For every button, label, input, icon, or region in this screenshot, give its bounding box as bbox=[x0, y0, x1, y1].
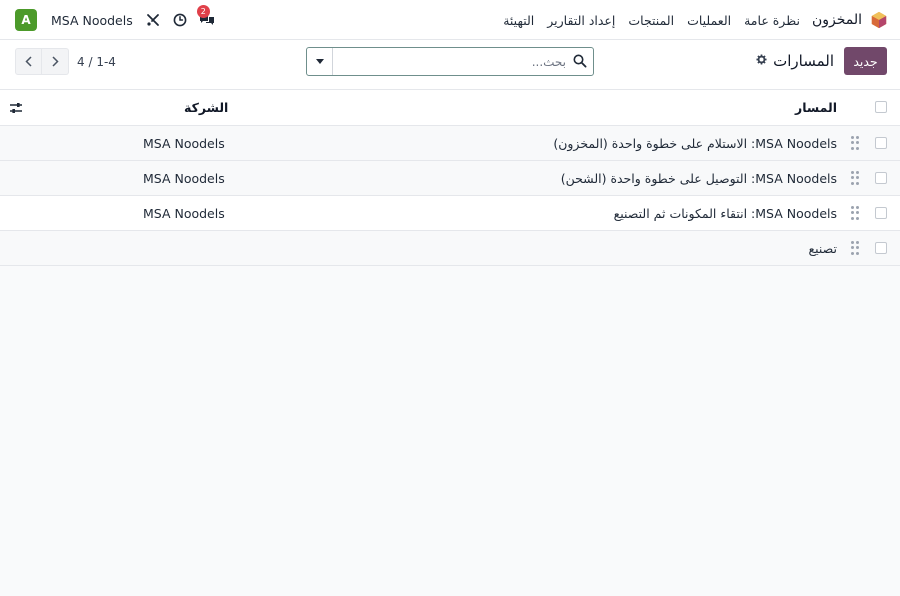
table-row[interactable]: تصنيع bbox=[0, 231, 900, 266]
app-name[interactable]: المخزون bbox=[812, 12, 862, 28]
table-row[interactable]: MSA Noodels: انتقاء المكونات ثم التصنيع … bbox=[0, 196, 900, 231]
chat-badge: 2 bbox=[196, 5, 210, 18]
row-checkbox[interactable] bbox=[875, 172, 887, 184]
activity-clock-icon[interactable] bbox=[172, 12, 188, 28]
pager-next-button[interactable] bbox=[42, 48, 69, 75]
main-menu: المخزون نظرة عامة العمليات المنتجات إعدا… bbox=[490, 0, 888, 40]
user-avatar[interactable]: A bbox=[15, 9, 37, 31]
chat-messages-icon[interactable]: 2 bbox=[196, 5, 215, 28]
menu-item-operations[interactable]: العمليات bbox=[687, 13, 731, 28]
column-header-route[interactable]: المسار bbox=[795, 90, 837, 126]
menu-item-configuration[interactable]: التهيئة bbox=[503, 13, 534, 28]
route-name-cell[interactable]: تصنيع bbox=[808, 231, 837, 266]
list-header: المسار الشركة bbox=[0, 90, 900, 126]
pager-previous-button[interactable] bbox=[15, 48, 42, 75]
search-input[interactable] bbox=[334, 48, 570, 75]
breadcrumb: المسارات bbox=[756, 47, 834, 75]
company-cell: MSA Noodels bbox=[143, 136, 225, 151]
menu-item-products[interactable]: المنتجات bbox=[628, 13, 674, 28]
menu-item-overview[interactable]: نظرة عامة bbox=[744, 13, 800, 28]
row-checkbox[interactable] bbox=[875, 207, 887, 219]
inventory-app-icon[interactable] bbox=[870, 11, 888, 29]
column-header-company[interactable]: الشركة bbox=[184, 90, 228, 126]
chevron-left-icon bbox=[25, 56, 32, 67]
chevron-right-icon bbox=[51, 56, 59, 67]
search-options-toggle[interactable] bbox=[307, 48, 333, 75]
drag-handle-icon[interactable] bbox=[851, 206, 859, 220]
select-all-checkbox[interactable] bbox=[875, 101, 887, 113]
pager: 1-4 / 4 bbox=[15, 48, 116, 75]
drag-handle-icon[interactable] bbox=[851, 136, 859, 150]
row-checkbox[interactable] bbox=[875, 137, 887, 149]
debug-tools-icon[interactable] bbox=[145, 12, 161, 28]
table-row[interactable]: MSA Noodels: الاستلام على خطوة واحدة (ال… bbox=[0, 126, 900, 161]
route-name-cell[interactable]: MSA Noodels: انتقاء المكونات ثم التصنيع bbox=[614, 196, 837, 231]
company-cell: MSA Noodels bbox=[143, 171, 225, 186]
table-row[interactable]: MSA Noodels: التوصيل على خطوة واحدة (الش… bbox=[0, 161, 900, 196]
gear-icon[interactable] bbox=[756, 54, 767, 68]
search-box bbox=[306, 47, 594, 76]
drag-handle-icon[interactable] bbox=[851, 241, 859, 255]
new-button[interactable]: جديد bbox=[844, 47, 887, 75]
route-name-cell[interactable]: MSA Noodels: التوصيل على خطوة واحدة (الش… bbox=[561, 161, 837, 196]
company-cell: MSA Noodels bbox=[143, 206, 225, 221]
company-switcher[interactable]: MSA Noodels bbox=[51, 13, 133, 28]
search-icon[interactable] bbox=[573, 54, 587, 68]
top-navbar: المخزون نظرة عامة العمليات المنتجات إعدا… bbox=[0, 0, 900, 40]
route-name-cell[interactable]: MSA Noodels: الاستلام على خطوة واحدة (ال… bbox=[553, 126, 837, 161]
caret-down-icon bbox=[315, 59, 324, 64]
menu-item-reporting[interactable]: إعداد التقارير bbox=[547, 13, 615, 28]
page-title: المسارات bbox=[773, 52, 834, 70]
routes-list: المسار الشركة MSA Noodels: الاستلام على … bbox=[0, 90, 900, 266]
optional-columns-icon[interactable] bbox=[9, 101, 23, 115]
control-panel: جديد المسارات بحث... 1-4 / 4 bbox=[0, 40, 900, 90]
systray: A MSA Noodels 2 bbox=[15, 0, 226, 40]
row-checkbox[interactable] bbox=[875, 242, 887, 254]
pager-value[interactable]: 1-4 / 4 bbox=[77, 55, 116, 69]
drag-handle-icon[interactable] bbox=[851, 171, 859, 185]
